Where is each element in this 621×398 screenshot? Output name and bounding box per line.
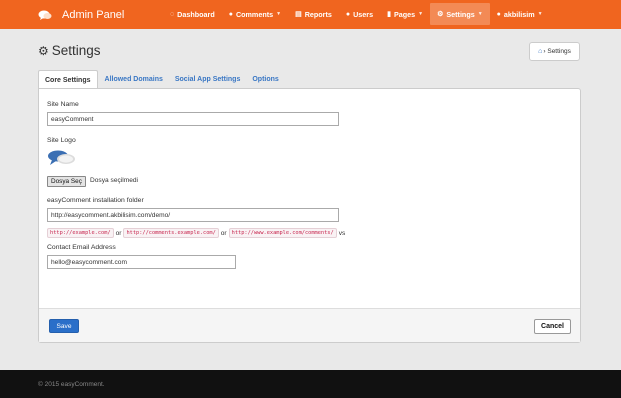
file-icon: ▮ <box>387 10 391 18</box>
nav-dashboard-label: Dashboard <box>177 9 215 19</box>
dashboard-icon: ◌ <box>170 10 175 18</box>
tab-allowed-domains[interactable]: Allowed Domains <box>99 70 169 88</box>
nav-pages[interactable]: ▮ Pages ▼ <box>380 3 430 25</box>
example-separator: vs <box>338 229 346 237</box>
brand-title: Admin Panel <box>62 8 125 21</box>
home-icon[interactable]: ⌂ <box>538 48 542 55</box>
main-nav: ◌ Dashboard ● Comments ▼ ▤ Reports ● Use… <box>163 3 550 25</box>
choose-file-button[interactable]: Dosya Seç <box>47 176 86 187</box>
file-status: Dosya seçilmedi <box>90 177 139 184</box>
example-separator: or <box>220 229 227 237</box>
example-separator: or <box>115 229 122 237</box>
chevron-down-icon: ▼ <box>276 11 282 17</box>
install-folder-examples: http://example.com/ or http://comments.e… <box>47 228 345 238</box>
page-title-text: Settings <box>51 43 101 58</box>
nav-reports-label: Reports <box>304 9 332 19</box>
save-button[interactable]: Save <box>49 319 79 333</box>
install-folder-label: easyComment installation folder <box>47 197 144 204</box>
nav-comments[interactable]: ● Comments ▼ <box>222 3 288 25</box>
contact-email-label: Contact Email Address <box>47 244 116 251</box>
tab-core-settings[interactable]: Core Settings <box>38 70 98 89</box>
example-url: http://example.com/ <box>47 228 114 238</box>
gear-icon: ⚙ <box>38 43 49 58</box>
gear-icon: ⚙ <box>437 10 444 18</box>
top-navbar: Admin Panel ◌ Dashboard ● Comments ▼ ▤ R… <box>0 0 621 29</box>
page-footer: © 2015 easyComment. <box>0 370 621 398</box>
nav-reports[interactable]: ▤ Reports <box>288 3 339 25</box>
page-title: ⚙ Settings <box>38 43 101 58</box>
nav-dashboard[interactable]: ◌ Dashboard <box>163 3 222 25</box>
list-icon: ▤ <box>295 10 302 18</box>
site-logo-label: Site Logo <box>47 137 76 144</box>
chevron-down-icon: ▼ <box>537 11 543 17</box>
brand[interactable]: Admin Panel <box>0 0 124 29</box>
nav-users-label: Users <box>353 9 374 19</box>
example-url: http://comments.example.com/ <box>123 228 219 238</box>
site-logo-image <box>47 150 77 166</box>
settings-tabs: Core Settings Allowed Domains Social App… <box>38 70 285 89</box>
comment-icon: ● <box>228 10 233 18</box>
tab-options[interactable]: Options <box>246 70 284 88</box>
users-icon: ● <box>345 10 351 18</box>
settings-panel: Site Name easyComment Site Logo Dosya Se… <box>38 88 581 343</box>
tab-social-app-settings[interactable]: Social App Settings <box>169 70 246 88</box>
example-url: http://www.example.com/comments/ <box>228 228 337 238</box>
chevron-down-icon: ▼ <box>477 11 483 17</box>
nav-comments-label: Comments <box>235 9 274 19</box>
user-icon: ● <box>496 10 501 18</box>
nav-user-label: akbilisim <box>503 9 535 19</box>
nav-users[interactable]: ● Users <box>339 3 380 25</box>
breadcrumb: ⌂ › Settings <box>529 42 580 61</box>
copyright-text: © 2015 easyComment. <box>38 380 105 388</box>
contact-email-input[interactable]: hello@easycomment.com <box>47 255 236 269</box>
install-folder-input[interactable]: http://easycomment.akbilisim.com/demo/ <box>47 208 339 222</box>
nav-pages-label: Pages <box>393 9 416 19</box>
nav-settings-label: Settings <box>446 9 475 19</box>
site-name-label: Site Name <box>47 101 79 108</box>
cancel-button[interactable]: Cancel <box>534 319 571 334</box>
site-name-input[interactable]: easyComment <box>47 112 339 126</box>
breadcrumb-current: Settings <box>547 48 571 55</box>
chat-bubbles-icon <box>38 10 52 20</box>
chevron-down-icon: ▼ <box>418 11 424 17</box>
panel-footer <box>39 308 580 342</box>
nav-settings[interactable]: ⚙ Settings ▼ <box>430 3 490 25</box>
nav-user-menu[interactable]: ● akbilisim ▼ <box>490 3 550 25</box>
